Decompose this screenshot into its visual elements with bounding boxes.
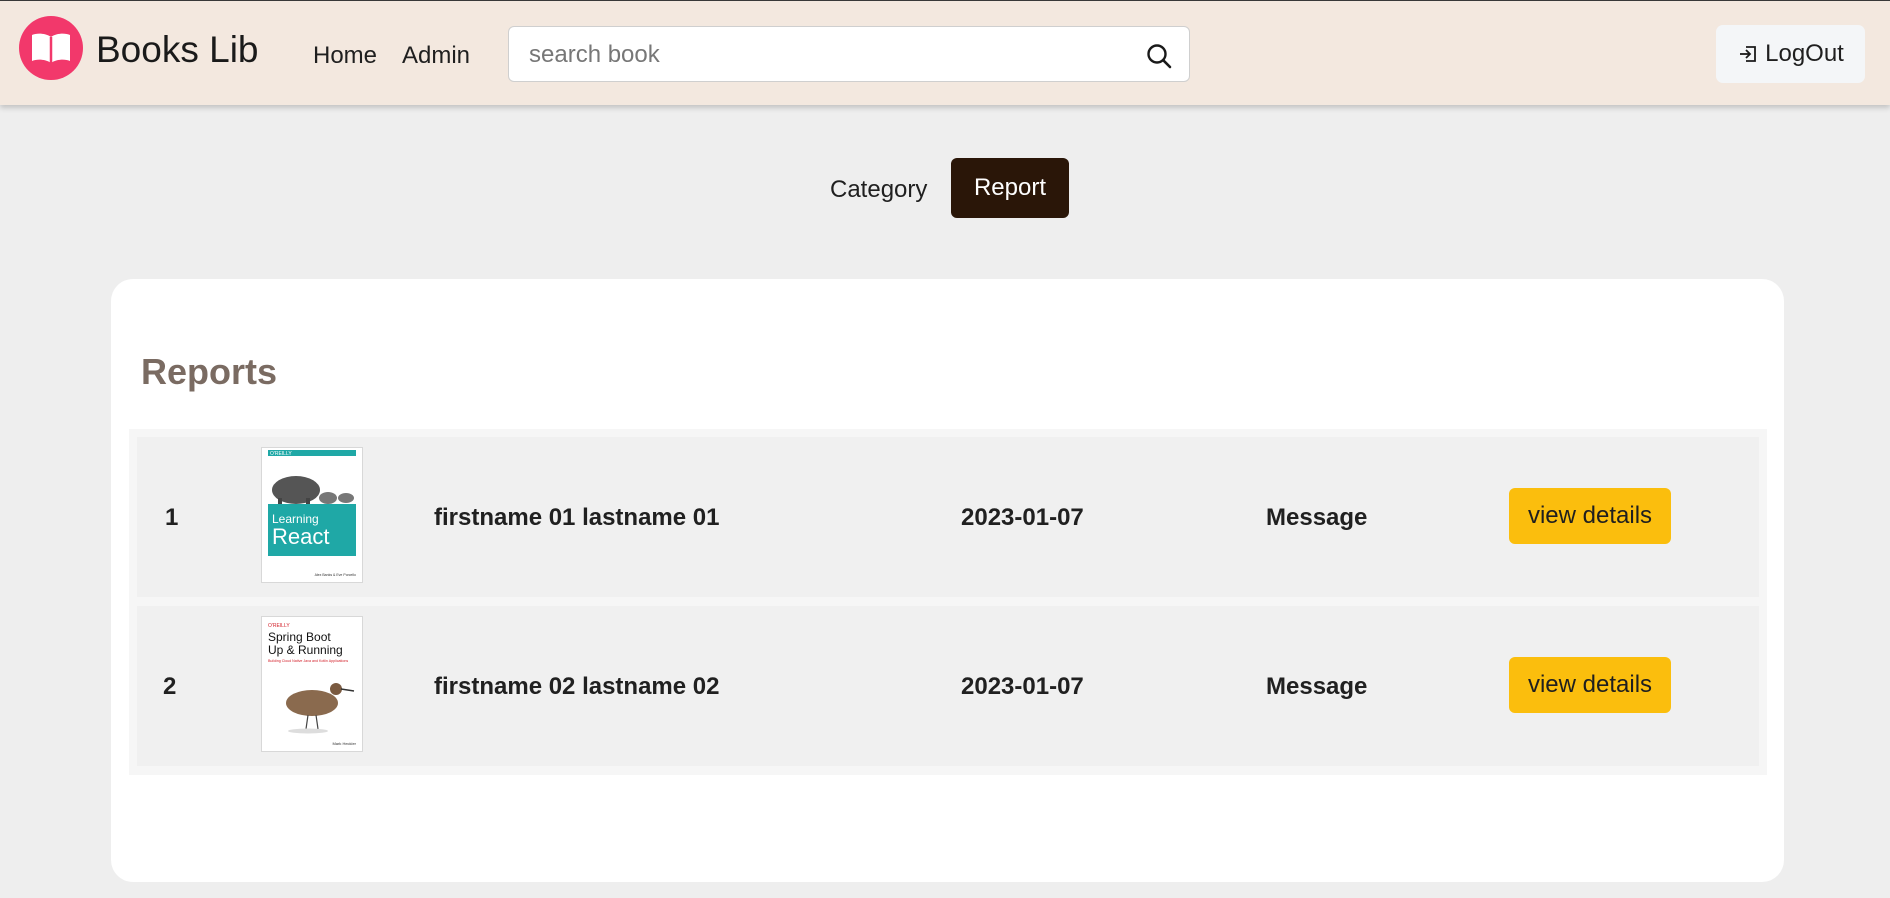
nav-admin-link[interactable]: Admin [402, 42, 470, 70]
reporter-name: firstname 01 lastname 01 [434, 504, 720, 531]
row-index: 1 [165, 504, 179, 531]
cover-publisher: O'REILLY [268, 623, 290, 629]
report-type: Message [1266, 504, 1368, 531]
book-cover-image: O'REILLY Learning React Alex Banks & Eve… [261, 447, 363, 583]
table-row: 2 O'REILLY Spring Boot Up & Running Buil… [137, 606, 1759, 766]
logout-label: LogOut [1765, 40, 1844, 67]
brand-name[interactable]: Books Lib [96, 29, 259, 71]
view-details-button[interactable]: view details [1509, 657, 1671, 713]
cover-title-line2: Up & Running [268, 643, 343, 657]
tab-category[interactable]: Category [830, 176, 927, 204]
report-date: 2023-01-07 [961, 504, 1084, 531]
nav-home-link[interactable]: Home [313, 42, 377, 70]
cover-title-line1: Spring Boot [268, 630, 331, 644]
reports-card: Reports 1 O'REILLY Learning React Alex B… [111, 279, 1784, 882]
logout-button[interactable]: LogOut [1716, 25, 1865, 83]
cover-title-line2: React [272, 524, 329, 549]
view-details-button[interactable]: view details [1509, 488, 1671, 544]
search-input[interactable] [527, 37, 1131, 73]
cover-publisher: O'REILLY [270, 451, 292, 457]
table-row: 1 O'REILLY Learning React Alex Banks & E… [137, 437, 1759, 597]
search-icon[interactable] [1145, 42, 1173, 70]
row-index: 2 [163, 673, 177, 700]
book-logo-icon[interactable] [19, 16, 83, 80]
reporter-name: firstname 02 lastname 02 [434, 673, 720, 700]
search-bar [508, 26, 1190, 82]
book-cover-image: O'REILLY Spring Boot Up & Running Buildi… [261, 616, 363, 752]
cover-authors: Mark Heckler [332, 741, 356, 746]
report-date: 2023-01-07 [961, 673, 1084, 700]
reports-title: Reports [141, 351, 278, 392]
tab-report[interactable]: Report [951, 158, 1069, 218]
logout-icon [1740, 46, 1757, 62]
report-type: Message [1266, 673, 1368, 700]
top-navbar: Books Lib Home Admin LogOut [0, 1, 1890, 105]
cover-authors: Alex Banks & Eve Porcello [315, 573, 356, 577]
cover-subtitle: Building Cloud Native Java and Kotlin Ap… [268, 659, 348, 663]
reports-table: 1 O'REILLY Learning React Alex Banks & E… [129, 429, 1767, 775]
